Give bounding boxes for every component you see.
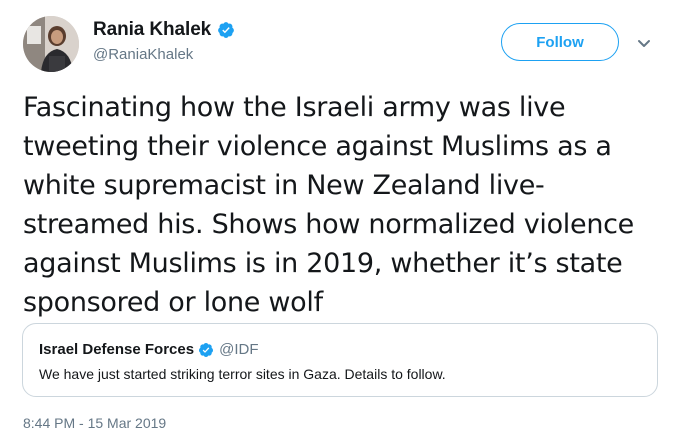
quoted-author-name: Israel Defense Forces [39,341,195,358]
avatar-image [23,16,79,72]
author-name-row[interactable]: Rania Khalek [93,19,235,41]
quoted-author-row: Israel Defense Forces @IDF [39,341,258,358]
tweet-timestamp[interactable]: 8:44 PM - 15 Mar 2019 [23,415,166,431]
tweet-text: Fascinating how the Israeli army was liv… [23,92,634,318]
tweet-card: Rania Khalek @RaniaKhalek Follow Fascina… [0,0,684,444]
quoted-tweet[interactable]: Israel Defense Forces @IDF We have just … [22,323,658,397]
follow-button[interactable]: Follow [501,23,619,61]
author-handle[interactable]: @RaniaKhalek [93,46,193,63]
avatar[interactable] [23,16,79,72]
chevron-down-icon[interactable] [637,36,651,47]
author-display-name[interactable]: Rania Khalek [93,19,211,41]
quoted-verified-badge-icon [198,342,214,358]
quoted-author-handle: @IDF [219,341,259,358]
quoted-tweet-text: We have just started striking terror sit… [39,366,446,382]
verified-badge-icon [217,21,235,39]
